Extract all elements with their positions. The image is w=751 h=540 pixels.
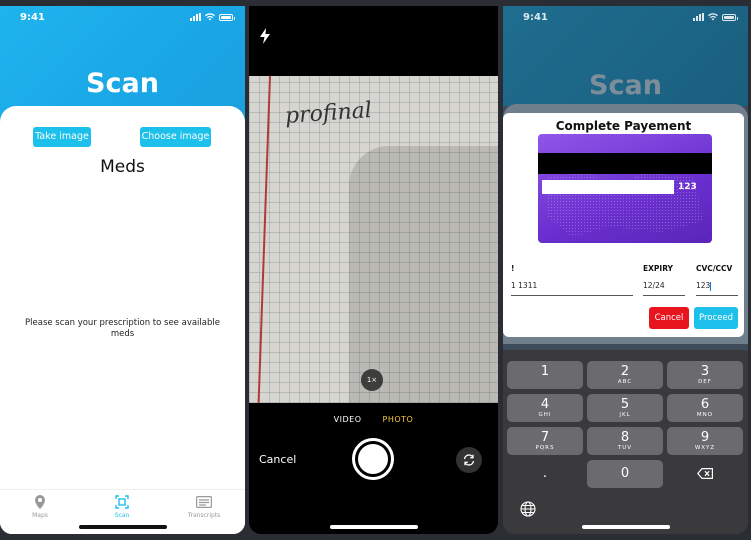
status-bar: 9:41 <box>503 6 748 28</box>
tab-maps[interactable]: Maps <box>10 494 70 519</box>
mode-video[interactable]: VIDEO <box>334 415 362 424</box>
shutter-button[interactable] <box>352 438 394 480</box>
document-icon <box>196 496 212 508</box>
key-4[interactable]: 4 GHI <box>507 394 583 422</box>
wifi-icon <box>205 13 215 21</box>
home-indicator[interactable] <box>329 525 418 529</box>
key-8[interactable]: 8 TUV <box>587 427 663 455</box>
scan-screen: 9:41 Scan Take image Choose image Meds P… <box>0 6 245 534</box>
expiry-label: EXPIRY <box>643 264 673 273</box>
battery-icon <box>722 13 738 21</box>
card-number-label: ! <box>511 264 515 273</box>
signal-icon <box>693 13 704 21</box>
key-2[interactable]: 2 ABC <box>587 361 663 389</box>
key-9[interactable]: 9 WXYZ <box>667 427 743 455</box>
payment-modal: Complete Payement 123 ! 1 1311 EXPIRY 12… <box>503 113 744 337</box>
proceed-button[interactable]: Proceed <box>694 307 738 329</box>
backspace-icon <box>697 468 713 479</box>
cvc-field[interactable]: 123 <box>696 281 738 296</box>
tab-scan[interactable]: Scan <box>92 494 152 519</box>
credit-card-back: 123 <box>538 134 712 243</box>
key-0[interactable]: 0 <box>587 460 663 488</box>
expiry-field[interactable]: 12/24 <box>643 281 685 296</box>
card-number-field[interactable]: 1 1311 <box>511 281 633 296</box>
home-indicator[interactable] <box>78 525 167 529</box>
modal-title: Complete Payement <box>555 119 692 133</box>
camera-mode-selector: VIDEO PHOTO <box>249 415 498 424</box>
wifi-icon <box>708 13 718 21</box>
key-3[interactable]: 3 DEF <box>667 361 743 389</box>
key-decimal[interactable]: . <box>507 460 583 488</box>
camera-viewfinder[interactable]: profinal <box>249 76 498 403</box>
home-indicator[interactable] <box>581 525 670 529</box>
numeric-keypad: 1 2 ABC 3 DEF 4 GHI 5 JKL 6 MNO 7 PQRS 8 TUV 9W… <box>503 350 748 534</box>
tab-maps-label: Maps <box>32 512 48 519</box>
scan-icon <box>115 495 129 509</box>
scan-header: 9:41 Scan <box>0 6 245 122</box>
key-6[interactable]: 6 MNO <box>667 394 743 422</box>
payment-screen: 9:41 Scan Complete Payement 123 ! 1 1311… <box>503 6 748 534</box>
key-delete[interactable] <box>667 460 743 488</box>
meds-heading: Meds <box>100 157 145 177</box>
tab-scan-label: Scan <box>114 512 130 519</box>
signature-strip <box>542 180 674 194</box>
camera-screen: profinal 1× VIDEO PHOTO Cancel <box>249 6 498 534</box>
status-time: 9:41 <box>523 12 548 23</box>
globe-icon[interactable] <box>520 501 536 517</box>
camera-cancel-button[interactable]: Cancel <box>259 453 296 466</box>
flip-camera-icon <box>463 454 475 466</box>
signal-icon <box>190 13 201 21</box>
zoom-button[interactable]: 1× <box>361 369 383 391</box>
cancel-button[interactable]: Cancel <box>649 307 689 329</box>
phone-shadow <box>349 146 498 403</box>
page-title: Scan <box>589 70 662 101</box>
key-5[interactable]: 5 JKL <box>587 394 663 422</box>
mode-photo[interactable]: PHOTO <box>383 415 414 424</box>
key-1[interactable]: 1 <box>507 361 583 389</box>
magnetic-stripe <box>538 153 712 174</box>
map-pin-icon <box>35 495 45 509</box>
flash-icon[interactable] <box>259 28 271 44</box>
text-cursor <box>710 281 712 291</box>
status-icons <box>190 13 235 21</box>
scan-hint-text: Please scan your prescription to see ava… <box>25 318 220 339</box>
status-bar: 9:41 <box>0 6 245 28</box>
screenshot-stage: 9:41 Scan Take image Choose image Meds P… <box>0 0 751 540</box>
status-icons <box>693 13 738 21</box>
card-cvc-text: 123 <box>678 182 697 192</box>
battery-icon <box>219 13 235 21</box>
flip-camera-button[interactable] <box>456 447 482 473</box>
tab-transcripts[interactable]: Transcripts <box>174 494 234 519</box>
cvc-label: CVC/CCV <box>696 264 733 273</box>
key-7[interactable]: 7 PQRS <box>507 427 583 455</box>
choose-image-button[interactable]: Choose image <box>140 127 211 147</box>
take-image-button[interactable]: Take image <box>33 127 91 147</box>
dimmed-header: 9:41 Scan <box>503 6 748 106</box>
tab-transcripts-label: Transcripts <box>187 512 221 519</box>
cvc-value: 123 <box>696 281 711 290</box>
status-time: 9:41 <box>20 12 45 23</box>
page-title: Scan <box>86 68 159 99</box>
